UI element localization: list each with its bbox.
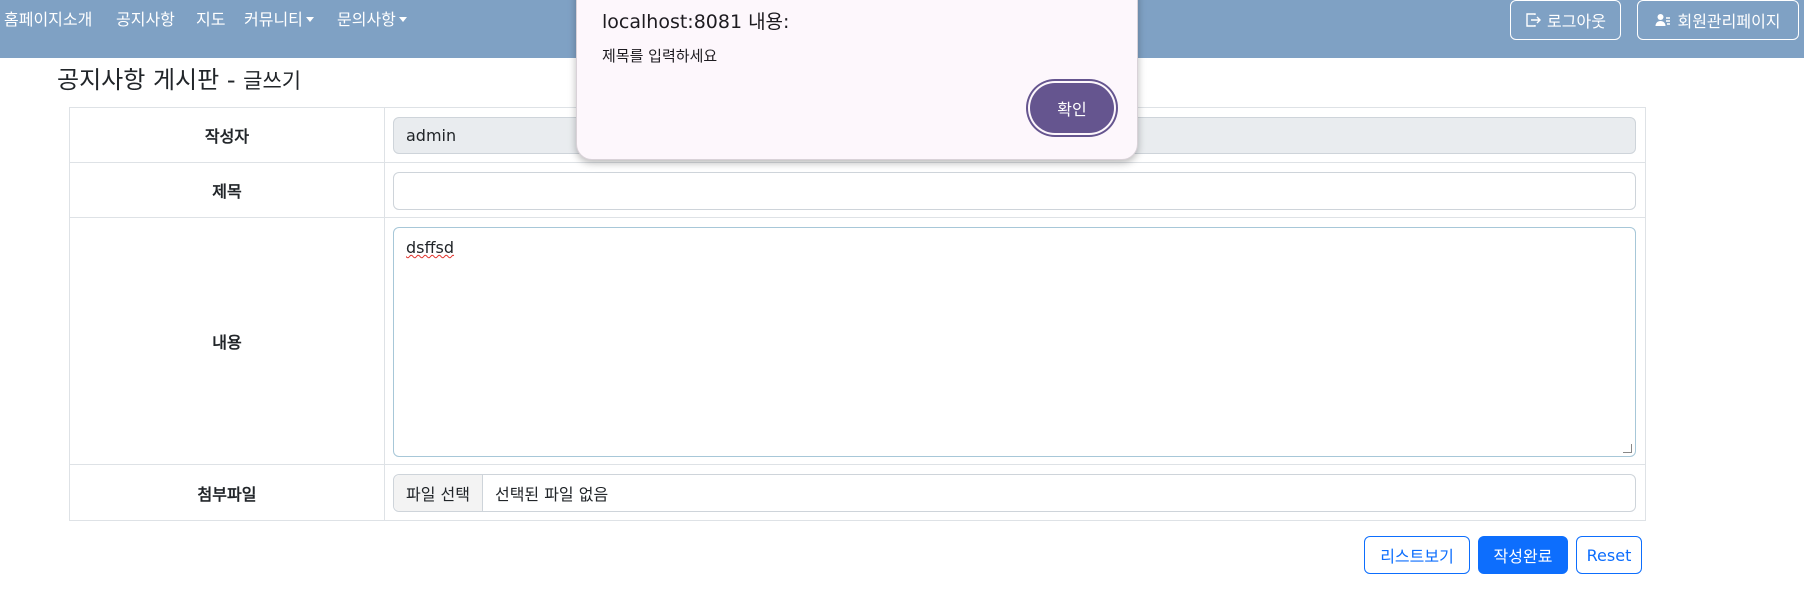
title-label: 제목 [70,163,385,217]
resize-handle-icon[interactable] [1623,444,1632,453]
dialog-message: 제목를 입력하세요 [602,47,718,65]
nav-item-community[interactable]: 커뮤니티 [244,10,314,30]
logout-button-label: 로그아웃 [1547,12,1606,31]
content-textarea[interactable]: dsffsd [393,227,1636,457]
alert-dialog: localhost:8081 내용: 제목를 입력하세요 확인 [576,0,1138,160]
member-admin-button[interactable]: 회원관리페이지 [1637,0,1799,40]
title-separator: - [219,66,244,94]
title-row: 제목 [70,163,1645,218]
content-row: 내용 dsffsd [70,218,1645,465]
user-list-icon [1655,14,1671,26]
nav-item-inquiry[interactable]: 문의사항 [337,10,407,30]
chevron-down-icon [305,17,314,22]
content-label: 내용 [70,218,385,464]
file-status-text: 선택된 파일 없음 [494,485,609,504]
board-title: 공지사항 게시판 [57,66,220,94]
title-input[interactable] [393,172,1636,210]
nav-item-notice[interactable]: 공지사항 [116,10,175,30]
attachment-row: 첨부파일 파일 선택 선택된 파일 없음 [70,465,1645,520]
author-label: 작성자 [70,108,385,162]
page-subtitle: 글쓰기 [243,69,302,93]
write-form-table: 작성자 admin 제목 내용 dsffsd 첨부파일 파일 선택 선택된 파일… [69,107,1646,521]
member-admin-button-label: 회원관리페이지 [1677,12,1781,31]
nav-item-intro[interactable]: 홈페이지소개 [4,10,92,30]
page-title: 공지사항 게시판 - 글쓰기 [57,60,301,95]
nav-item-map[interactable]: 지도 [196,10,225,30]
dialog-title: localhost:8081 내용: [602,11,790,33]
logout-button[interactable]: 로그아웃 [1510,0,1621,40]
logout-icon [1526,13,1542,27]
submit-button[interactable]: 작성완료 [1478,536,1568,574]
content-text: dsffsd [406,238,455,257]
file-select-button[interactable]: 파일 선택 [394,475,483,511]
nav-item-community-label: 커뮤니티 [244,10,303,29]
dialog-ok-button[interactable]: 확인 [1030,83,1114,133]
chevron-down-icon [398,17,407,22]
nav-item-inquiry-label: 문의사항 [337,10,396,29]
reset-button[interactable]: Reset [1576,536,1642,574]
list-button[interactable]: 리스트보기 [1364,536,1470,574]
file-input[interactable]: 파일 선택 선택된 파일 없음 [393,474,1636,512]
attachment-label: 첨부파일 [70,465,385,520]
